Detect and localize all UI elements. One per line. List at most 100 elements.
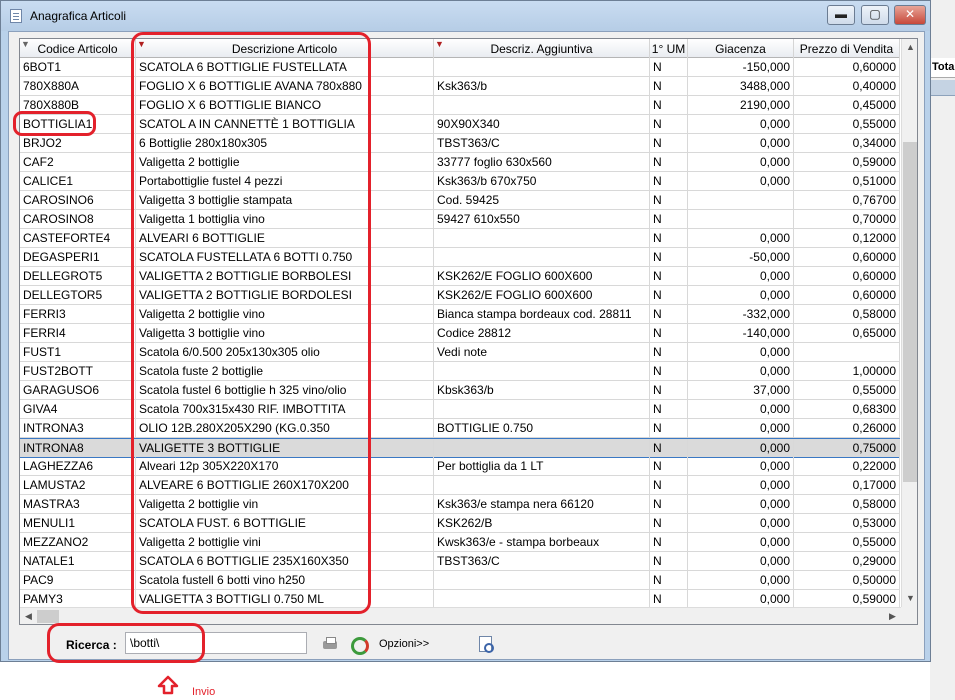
table-cell: N	[650, 267, 688, 286]
table-cell: N	[650, 305, 688, 324]
table-row[interactable]: CALICE1 Portabottiglie fustel 4 pezzi Ksk3…	[20, 172, 900, 191]
table-row[interactable]: FUST2BOTT Scatola fuste 2 bottiglie N 0,000…	[20, 362, 900, 381]
table-cell: 0,000	[688, 229, 794, 248]
table-cell: 0,000	[688, 552, 794, 571]
table-row[interactable]: LAGHEZZA6 Alveari 12p 305X220X170 Per bott…	[20, 457, 900, 476]
table-cell: Valigetta 2 bottiglie vin	[136, 495, 434, 514]
table-cell: Scatola fustell 6 botti vino h250	[136, 571, 434, 590]
table-row[interactable]: MENULI1 SCATOLA FUST. 6 BOTTIGLIE KSK262/B…	[20, 514, 900, 533]
maximize-button[interactable]: ▢	[861, 5, 889, 25]
table-cell: 0,75000	[794, 439, 900, 458]
table-cell: 0,60000	[794, 58, 900, 77]
table-cell: N	[650, 96, 688, 115]
table-cell: N	[650, 115, 688, 134]
scroll-left-icon[interactable]: ◀	[20, 608, 37, 624]
vertical-scrollbar[interactable]: ▲ ▼	[901, 39, 917, 607]
table-row[interactable]: FERRI4 Valigetta 3 bottiglie vino Codice 2…	[20, 324, 900, 343]
column-header[interactable]: ▼ Codice Articolo	[20, 39, 136, 58]
table-row[interactable]: INTRONA8 VALIGETTE 3 BOTTIGLIE N 0,000 0,750…	[20, 438, 900, 458]
table-cell: SCATOLA FUST. 6 BOTTIGLIE	[136, 514, 434, 533]
table-cell: N	[650, 533, 688, 552]
table-row[interactable]: DELLEGTOR5 VALIGETTA 2 BOTTIGLIE BORDOLES…	[20, 286, 900, 305]
table-cell: 2190,000	[688, 96, 794, 115]
column-header-label: Descriz. Aggiuntiva	[490, 42, 593, 56]
table-row[interactable]: CAROSINO8 Valigetta 1 bottiglia vino 59427…	[20, 210, 900, 229]
table-cell: VALIGETTA 2 BOTTIGLIE BORDOLESI	[136, 286, 434, 305]
table-cell: TBST363/C	[434, 134, 650, 153]
table-cell: Kbsk363/b	[434, 381, 650, 400]
options-button[interactable]: Opzioni>>	[379, 638, 429, 650]
horizontal-scrollbar[interactable]: ◀ ▶	[20, 607, 901, 624]
table-cell: N	[650, 153, 688, 172]
table-cell: 59427 610x550	[434, 210, 650, 229]
table-cell	[434, 229, 650, 248]
table-row[interactable]: 780X880A FOGLIO X 6 BOTTIGLIE AVANA 780x8…	[20, 77, 900, 96]
table-row[interactable]: GARAGUSO6 Scatola fustel 6 bottiglie h 32…	[20, 381, 900, 400]
column-header-label: Giacenza	[715, 42, 766, 56]
table-cell	[434, 571, 650, 590]
filter-icon[interactable]: ▼	[21, 39, 30, 49]
table-row[interactable]: GIVA4 Scatola 700x315x430 RIF. IMBOTTITA N…	[20, 400, 900, 419]
table-cell: 0,58000	[794, 495, 900, 514]
close-button[interactable]: ✕	[894, 5, 926, 25]
table-cell: Codice 28812	[434, 324, 650, 343]
table-cell: 0,34000	[794, 134, 900, 153]
title-bar[interactable]: Anagrafica Articoli ▬ ▢ ✕	[1, 1, 930, 31]
printer-icon[interactable]	[321, 636, 339, 652]
table-row[interactable]: MEZZANO2 Valigetta 2 bottiglie vini Kwsk36…	[20, 533, 900, 552]
column-header[interactable]: ▼ Descriz. Aggiuntiva	[434, 39, 650, 58]
table-cell: FUST2BOTT	[20, 362, 136, 381]
filter-icon[interactable]: ▼	[435, 39, 444, 49]
table-row[interactable]: BRJO2 6 Bottiglie 280x180x305 TBST363/C N 0,…	[20, 134, 900, 153]
table-row[interactable]: PAC9 Scatola fustell 6 botti vino h250 N 0,…	[20, 571, 900, 590]
scroll-up-icon[interactable]: ▲	[902, 39, 917, 56]
table-cell: 0,29000	[794, 552, 900, 571]
table-row[interactable]: LAMUSTA2 ALVEARE 6 BOTTIGLIE 260X170X200 N…	[20, 476, 900, 495]
vertical-scroll-thumb[interactable]	[903, 142, 917, 482]
table-row[interactable]: 780X880B FOGLIO X 6 BOTTIGLIE BIANCO N 2190…	[20, 96, 900, 115]
table-cell: 0,58000	[794, 305, 900, 324]
horizontal-scroll-thumb[interactable]	[37, 610, 59, 623]
column-header[interactable]: Prezzo di Vendita	[794, 39, 900, 58]
table-cell: KSK262/E FOGLIO 600X600	[434, 267, 650, 286]
minimize-button[interactable]: ▬	[827, 5, 855, 25]
table-cell: DEGASPERI1	[20, 248, 136, 267]
table-cell: Valigetta 2 bottiglie vini	[136, 533, 434, 552]
table-row[interactable]: FERRI3 Valigetta 2 bottiglie vino Bianca s…	[20, 305, 900, 324]
table-cell: VALIGETTE 3 BOTTIGLIE	[136, 439, 434, 458]
table-cell	[434, 362, 650, 381]
table-cell: 0,59000	[794, 153, 900, 172]
table-cell: 0,000	[688, 533, 794, 552]
table-cell: BRJO2	[20, 134, 136, 153]
column-header[interactable]: ▼ Descrizione Articolo	[136, 39, 434, 58]
table-row[interactable]: 6BOT1 SCATOLA 6 BOTTIGLIE FUSTELLATA N -150…	[20, 58, 900, 77]
scroll-down-icon[interactable]: ▼	[902, 590, 917, 607]
scroll-right-icon[interactable]: ▶	[884, 608, 901, 624]
document-search-icon[interactable]	[476, 636, 494, 653]
table-row[interactable]: INTRONA3 OLIO 12B.280X205X290 (KG.0.350 BO…	[20, 419, 900, 438]
filter-icon[interactable]: ▼	[137, 39, 146, 49]
table-cell: 6 Bottiglie 280x180x305	[136, 134, 434, 153]
column-header[interactable]: 1° UM	[650, 39, 688, 58]
table-row[interactable]: DEGASPERI1 SCATOLA FUSTELLATA 6 BOTTI 0.7…	[20, 248, 900, 267]
table-row[interactable]: MASTRA3 Valigetta 2 bottiglie vin Ksk363/e…	[20, 495, 900, 514]
table-cell: 6BOT1	[20, 58, 136, 77]
table-row[interactable]: NATALE1 SCATOLA 6 BOTTIGLIE 235X160X350 TB…	[20, 552, 900, 571]
refresh-icon[interactable]	[349, 636, 369, 655]
table-cell: N	[650, 552, 688, 571]
table-row[interactable]: FUST1 Scatola 6/0.500 205x130x305 olio Ved…	[20, 343, 900, 362]
annotation-invio-label: Invio	[192, 686, 216, 698]
table-row[interactable]: DELLEGROT5 VALIGETTA 2 BOTTIGLIE BORBOLES…	[20, 267, 900, 286]
table-cell: 0,60000	[794, 267, 900, 286]
search-input[interactable]	[125, 632, 307, 654]
table-cell: 0,000	[688, 476, 794, 495]
table-cell: N	[650, 495, 688, 514]
table-row[interactable]: CASTEFORTE4 ALVEARI 6 BOTTIGLIE N 0,000 0,12…	[20, 229, 900, 248]
table-row[interactable]: CAF2 Valigetta 2 bottiglie 33777 foglio 63…	[20, 153, 900, 172]
table-row[interactable]: BOTTIGLIA1 SCATOL A IN CANNETTÈ 1 BOTTIGL…	[20, 115, 900, 134]
table-cell: 0,000	[688, 153, 794, 172]
table-cell: Per bottiglia da 1 LT	[434, 457, 650, 476]
column-header[interactable]: Giacenza	[688, 39, 794, 58]
table-row[interactable]: CAROSINO6 Valigetta 3 bottiglie stampata C…	[20, 191, 900, 210]
table-cell: GARAGUSO6	[20, 381, 136, 400]
